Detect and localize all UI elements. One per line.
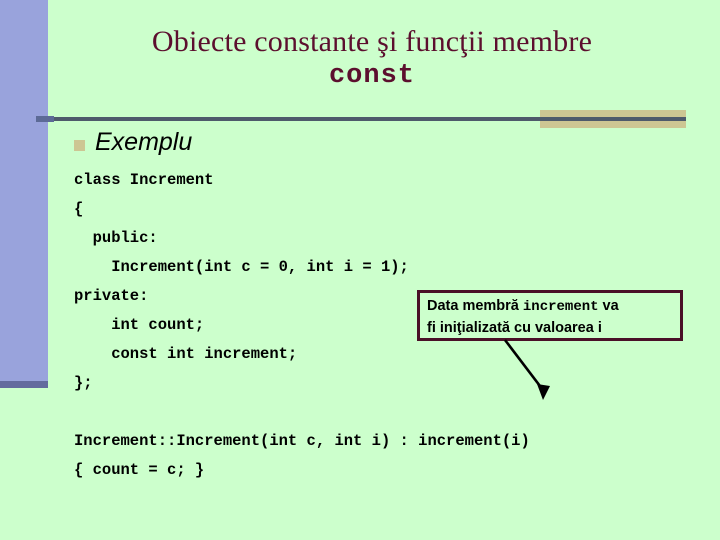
slide-canvas: Obiecte constante şi funcţii membre cons… [0,0,720,540]
slide-title: Obiecte constante şi funcţii membre cons… [48,25,696,92]
bullet-heading-label: Exemplu [95,128,193,156]
slide-title-line-1: Obiecte constante şi funcţii membre [151,25,593,58]
code-line: { [74,200,84,218]
callout-line-1-suffix: va [598,298,619,314]
code-line: }; [74,374,93,392]
title-divider-cap [36,116,54,122]
callout-line-1-prefix: Data membră [427,298,523,314]
callout-line-2: fi iniţializată cu valoarea i [427,320,602,336]
code-line: const int increment; [74,345,298,363]
slide-title-line-2: const [328,61,415,92]
square-bullet-icon [74,139,85,151]
code-line: { count = c; } [74,461,205,479]
callout-line-1: Data membră increment va [427,296,674,318]
code-line: Increment(int c = 0, int i = 1); [74,258,409,276]
sidebar-decoration-foot [0,381,48,388]
callout-annotation: Data membră increment va fi iniţializată… [417,290,683,341]
title-divider-rule [36,117,686,121]
callout-line-1-mono: increment [522,299,599,315]
bullet-heading-row: Exemplu [74,130,192,155]
sidebar-decoration [0,0,48,382]
code-line: class Increment [74,171,214,189]
code-line: public: [74,229,158,247]
code-line: Increment::Increment(int c, int i) : inc… [74,432,530,450]
